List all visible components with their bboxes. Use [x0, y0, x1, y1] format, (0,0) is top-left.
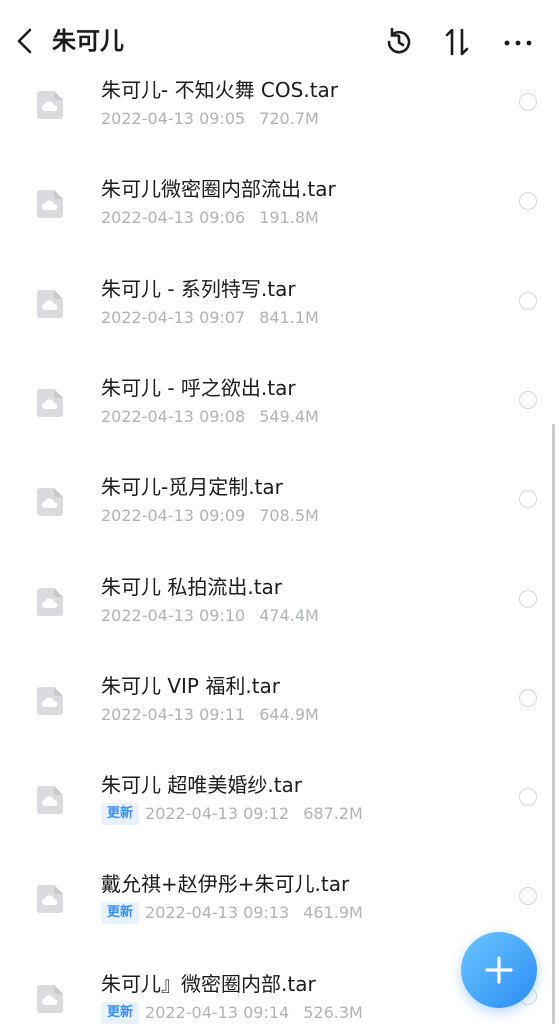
- select-radio[interactable]: [519, 688, 537, 707]
- select-radio[interactable]: [519, 93, 537, 111]
- file-meta: 2022-04-13 09:10 474.4M: [101, 605, 319, 627]
- file-size: 549.4M: [259, 406, 319, 426]
- file-name: 朱可儿 - 系列特写.tar: [101, 276, 296, 301]
- select-radio[interactable]: [519, 390, 537, 409]
- cloud-file-icon: [33, 882, 67, 916]
- file-name: 朱可儿 - 呼之欲出.tar: [101, 375, 296, 400]
- file-row[interactable]: 朱可儿- 不知火舞 COS.tar 2022-04-13 09:05 720.7M: [0, 76, 560, 175]
- file-size: 461.9M: [303, 903, 363, 923]
- page-title: 朱可儿: [52, 27, 124, 55]
- file-name: 朱可儿 超唯美婚纱.tar: [101, 773, 303, 798]
- cloud-file-icon: [33, 982, 67, 1016]
- file-date: 2022-04-13 09:10: [101, 605, 246, 625]
- plus-icon: [485, 956, 513, 984]
- cloud-file-icon: [33, 485, 67, 519]
- file-size: 687.2M: [303, 804, 363, 824]
- file-date: 2022-04-13 09:13: [145, 903, 290, 923]
- back-button[interactable]: [10, 24, 40, 58]
- cloud-file-icon: [33, 585, 67, 619]
- select-radio[interactable]: [519, 291, 537, 310]
- file-name: 朱可儿 VIP 福利.tar: [101, 673, 281, 698]
- file-name: 朱可儿-觅月定制.tar: [101, 475, 283, 500]
- file-list: 朱可儿- 不知火舞 COS.tar 2022-04-13 09:05 720.7M 朱…: [0, 0, 560, 1024]
- file-row[interactable]: 朱可儿 超唯美婚纱.tar 更新 2022-04-13 09:12 687.2M: [0, 771, 560, 870]
- file-date: 2022-04-13 09:09: [101, 506, 246, 526]
- file-date: 2022-04-13 09:08: [101, 406, 246, 426]
- file-name: 朱可儿微密圈内部流出.tar: [101, 177, 336, 202]
- chevron-left-icon: [17, 28, 32, 54]
- cloud-file-icon: [33, 684, 67, 718]
- file-row[interactable]: 朱可儿 - 呼之欲出.tar 2022-04-13 09:08 549.4M: [0, 374, 560, 473]
- select-radio[interactable]: [519, 589, 537, 608]
- file-date: 2022-04-13 09:14: [145, 1002, 290, 1022]
- cloud-file-icon: [33, 386, 67, 420]
- sort-icon: [445, 28, 469, 56]
- history-icon: [387, 27, 411, 54]
- cloud-file-icon: [33, 783, 67, 817]
- file-meta: 2022-04-13 09:07 841.1M: [101, 307, 319, 329]
- more-button[interactable]: [502, 26, 534, 58]
- file-meta: 2022-04-13 09:11 644.9M: [101, 704, 319, 726]
- file-name: 朱可儿』微密圈内部.tar: [101, 971, 316, 996]
- scrollbar[interactable]: [552, 424, 555, 1024]
- file-date: 2022-04-13 09:07: [101, 307, 246, 327]
- file-size: 720.7M: [259, 109, 319, 128]
- file-row[interactable]: 朱可儿 - 系列特写.tar 2022-04-13 09:07 841.1M: [0, 275, 560, 374]
- file-name: 朱可儿- 不知火舞 COS.tar: [101, 78, 339, 102]
- select-radio[interactable]: [519, 788, 537, 807]
- select-radio[interactable]: [519, 887, 537, 906]
- more-icon: [504, 40, 532, 46]
- file-meta: 更新 2022-04-13 09:12 687.2M: [101, 803, 363, 826]
- file-meta: 2022-04-13 09:05 720.7M: [101, 108, 319, 130]
- file-size: 841.1M: [259, 307, 319, 327]
- file-size: 644.9M: [259, 704, 319, 724]
- cloud-file-icon: [33, 287, 67, 321]
- file-row[interactable]: 朱可儿微密圈内部流出.tar 2022-04-13 09:06 191.8M: [0, 175, 560, 274]
- update-badge: 更新: [101, 902, 140, 925]
- file-size: 526.3M: [303, 1002, 363, 1022]
- file-meta: 2022-04-13 09:09 708.5M: [101, 505, 319, 527]
- sort-button[interactable]: [442, 26, 474, 58]
- select-radio[interactable]: [519, 490, 537, 509]
- file-name: 朱可儿 私拍流出.tar: [101, 574, 283, 599]
- file-size: 708.5M: [259, 506, 319, 526]
- file-meta: 更新 2022-04-13 09:14 526.3M: [101, 1001, 363, 1024]
- file-size: 474.4M: [259, 605, 319, 625]
- file-date: 2022-04-13 09:05: [101, 109, 246, 128]
- file-size: 191.8M: [259, 208, 319, 228]
- file-date: 2022-04-13 09:06: [101, 208, 246, 228]
- update-badge: 更新: [101, 803, 140, 826]
- select-radio[interactable]: [519, 192, 537, 211]
- file-date: 2022-04-13 09:12: [145, 804, 290, 824]
- file-row[interactable]: 朱可儿-觅月定制.tar 2022-04-13 09:09 708.5M: [0, 473, 560, 572]
- file-name: 戴允祺+赵伊彤+朱可儿.tar: [101, 872, 350, 897]
- file-meta: 2022-04-13 09:06 191.8M: [101, 207, 319, 229]
- file-meta: 更新 2022-04-13 09:13 461.9M: [101, 902, 363, 925]
- update-badge: 更新: [101, 1001, 140, 1024]
- cloud-file-icon: [33, 88, 67, 122]
- add-button[interactable]: [461, 932, 537, 1008]
- file-meta: 2022-04-13 09:08 549.4M: [101, 406, 319, 428]
- file-row[interactable]: 朱可儿 VIP 福利.tar 2022-04-13 09:11 644.9M: [0, 672, 560, 771]
- top-bar: 朱可儿: [0, 0, 560, 80]
- history-button[interactable]: [383, 26, 415, 58]
- file-date: 2022-04-13 09:11: [101, 704, 246, 724]
- file-row[interactable]: 朱可儿 私拍流出.tar 2022-04-13 09:10 474.4M: [0, 573, 560, 672]
- cloud-file-icon: [33, 187, 67, 221]
